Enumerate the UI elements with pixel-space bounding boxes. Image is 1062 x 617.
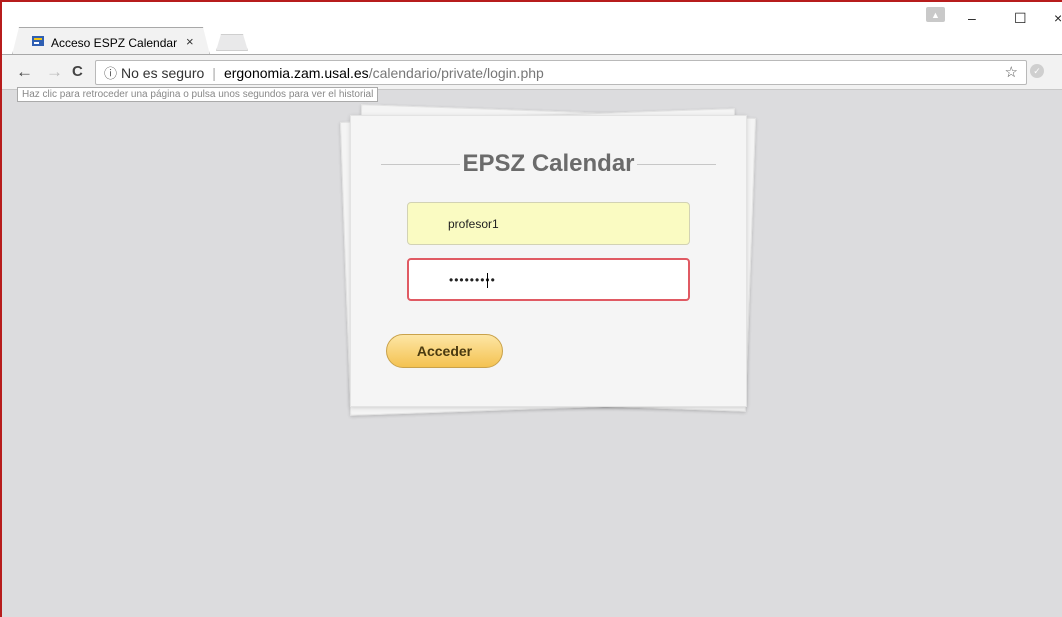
title-divider-right — [636, 163, 716, 165]
back-button[interactable]: ← — [16, 63, 33, 81]
close-window-button[interactable]: × — [1054, 10, 1062, 26]
login-card: EPSZ Calendar Acceder — [350, 115, 747, 407]
browser-toolbar: ← → C ⓘ No es seguro | ergonomia.zam.usa… — [2, 54, 1062, 90]
url-path: /calendario/private/login.php — [368, 64, 544, 81]
username-input[interactable] — [407, 202, 690, 245]
tab-title: Acceso ESPZ Calendar — [51, 35, 178, 50]
security-label: No es seguro — [121, 64, 205, 81]
maximize-button[interactable]: ☐ — [1014, 10, 1027, 27]
title-divider-left — [381, 163, 461, 165]
favicon-icon — [31, 34, 45, 51]
info-icon[interactable]: ⓘ — [104, 63, 117, 82]
tab-strip: Acceso ESPZ Calendar × ▲ – ☐ × — [2, 2, 1062, 54]
minimize-button[interactable]: – — [968, 10, 976, 26]
back-tooltip: Haz clic para retroceder una página o pu… — [17, 87, 379, 102]
address-separator: | — [212, 64, 216, 81]
browser-window: Acceso ESPZ Calendar × ▲ – ☐ × ← → C ⓘ N… — [0, 0, 1062, 617]
password-input[interactable] — [407, 258, 690, 301]
url-host: ergonomia.zam.usal.es — [223, 64, 369, 81]
tab-active[interactable]: Acceso ESPZ Calendar — [12, 27, 210, 55]
text-caret — [487, 273, 488, 288]
login-title-row: EPSZ Calendar — [381, 150, 716, 178]
address-bar[interactable]: ⓘ No es seguro | ergonomia.zam.usal.es/c… — [95, 60, 1027, 85]
reload-button[interactable]: C — [72, 63, 83, 81]
tab-close-icon[interactable]: × — [186, 34, 194, 49]
new-tab-button[interactable] — [216, 34, 248, 51]
tab-content: Acceso ESPZ Calendar — [31, 34, 177, 51]
star-icon[interactable]: ☆ — [1005, 63, 1018, 81]
login-title: EPSZ Calendar — [462, 150, 635, 177]
extension-icon[interactable]: ✓ — [1030, 64, 1044, 78]
login-submit-button[interactable]: Acceder — [386, 334, 503, 368]
forward-button[interactable]: → — [46, 63, 63, 81]
profile-icon[interactable]: ▲ — [926, 7, 945, 22]
